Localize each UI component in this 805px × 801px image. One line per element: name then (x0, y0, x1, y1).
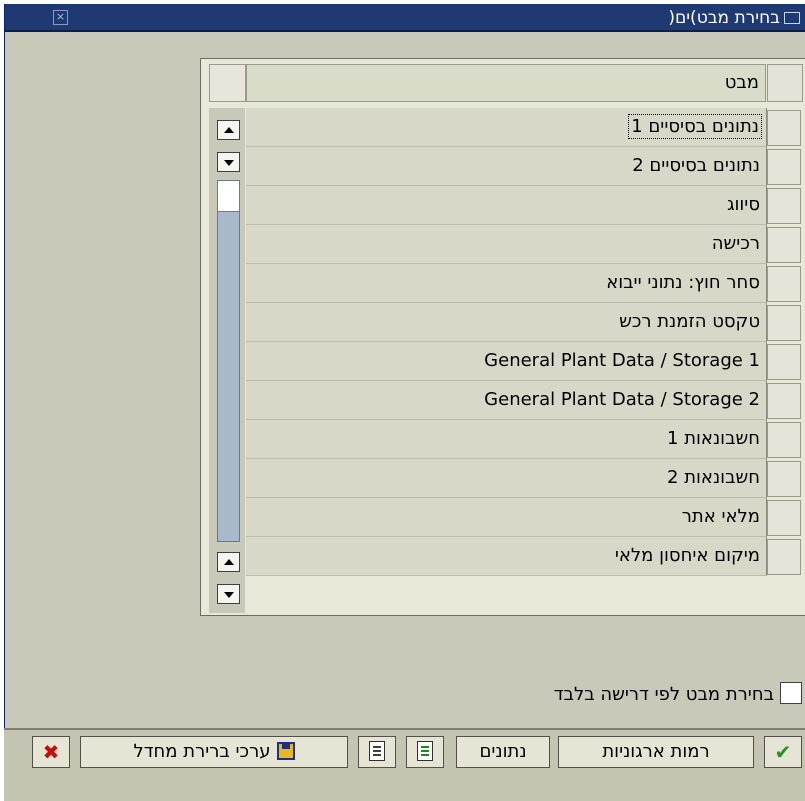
select-all-column-button[interactable] (767, 64, 803, 102)
scroll-down-button[interactable] (217, 152, 240, 172)
select-all-icon (417, 741, 433, 761)
list-item-label[interactable]: סיווג (246, 186, 767, 225)
list-item[interactable]: טקסט הזמנת רכש (246, 303, 804, 342)
select-by-requirement-checkbox[interactable] (780, 682, 802, 704)
deselect-all-icon (369, 741, 385, 761)
row-select-button[interactable] (767, 149, 801, 185)
list-item-label[interactable]: חשבונאות 2 (246, 459, 767, 498)
list-item[interactable]: חשבונאות 2 (246, 459, 804, 498)
list-item[interactable]: סיווג (246, 186, 804, 225)
scrollbar-thumb[interactable] (217, 180, 240, 212)
list-item-label[interactable]: General Plant Data / Storage 1 (246, 342, 767, 381)
row-select-button[interactable] (767, 422, 801, 458)
list-item-label[interactable]: טקסט הזמנת רכש (246, 303, 767, 342)
save-icon (276, 742, 295, 760)
scrollbar-track[interactable] (217, 180, 240, 542)
list-item-label[interactable]: General Plant Data / Storage 2 (246, 381, 767, 420)
row-select-button[interactable] (767, 539, 801, 575)
list-item[interactable]: נתונים בסיסיים 1 (246, 108, 804, 147)
column-header-view[interactable]: מבט (246, 64, 766, 102)
arrow-down-icon (224, 592, 234, 598)
list-item-label[interactable]: חשבונאות 1 (246, 420, 767, 459)
scroll-up-button[interactable] (217, 120, 240, 140)
data-button[interactable]: נתונים (456, 736, 550, 768)
list-item-label[interactable]: מלאי אתר (246, 498, 767, 537)
list-item-label[interactable]: נתונים בסיסיים 2 (246, 147, 767, 186)
title-bar: × בחירת מבט)ים( (5, 4, 805, 32)
close-icon[interactable]: × (53, 10, 68, 25)
deselect-all-button[interactable] (358, 736, 396, 768)
list-item[interactable]: חשבונאות 1 (246, 420, 804, 459)
list-item[interactable]: רכישה (246, 225, 804, 264)
list-item[interactable]: נתונים בסיסיים 2 (246, 147, 804, 186)
list-item[interactable]: סחר חוץ: נתוני ייבוא (246, 264, 804, 303)
row-select-button[interactable] (767, 500, 801, 536)
x-icon: ✖ (42, 740, 60, 764)
list-item-label[interactable]: רכישה (246, 225, 767, 264)
row-select-button[interactable] (767, 266, 801, 302)
arrow-up-icon (224, 127, 234, 133)
row-select-button[interactable] (767, 227, 801, 263)
confirm-button[interactable]: ✔ (764, 736, 802, 768)
default-values-label: ערכי ברירת מחדל (133, 741, 271, 762)
list-item[interactable]: General Plant Data / Storage 2 (246, 381, 804, 420)
header-corner (209, 64, 246, 102)
row-select-button[interactable] (767, 110, 801, 146)
window-title: בחירת מבט)ים( (668, 8, 800, 28)
row-select-button[interactable] (767, 188, 801, 224)
check-icon: ✔ (774, 740, 792, 764)
cancel-button[interactable]: ✖ (32, 736, 70, 768)
select-all-button[interactable] (406, 736, 444, 768)
page-down-button[interactable] (217, 584, 240, 604)
list-item[interactable]: מיקום איחסון מלאי (246, 537, 804, 576)
row-select-button[interactable] (767, 344, 801, 380)
select-by-requirement-label: בחירת מבט לפי דרישה בלבד (553, 684, 774, 705)
row-select-button[interactable] (767, 461, 801, 497)
window-icon (784, 12, 800, 24)
arrow-down-icon (224, 160, 234, 166)
select-by-requirement-option[interactable]: בחירת מבט לפי דרישה בלבד (420, 682, 804, 712)
org-levels-button[interactable]: רמות ארגוניות (558, 736, 754, 768)
page-up-button[interactable] (217, 552, 240, 572)
arrow-up-icon (224, 559, 234, 565)
list-item-label[interactable]: סחר חוץ: נתוני ייבוא (246, 264, 767, 303)
default-values-button[interactable]: ערכי ברירת מחדל (80, 736, 348, 768)
window-title-text: בחירת מבט)ים( (668, 8, 780, 28)
list-item-label[interactable]: נתונים בסיסיים 1 (246, 108, 767, 147)
list-item[interactable]: מלאי אתר (246, 498, 804, 537)
list-item-label[interactable]: מיקום איחסון מלאי (246, 537, 767, 576)
row-select-button[interactable] (767, 305, 801, 341)
view-list: נתונים בסיסיים 1 נתונים בסיסיים 2 סיווג … (246, 108, 804, 576)
row-select-button[interactable] (767, 383, 801, 419)
list-item[interactable]: General Plant Data / Storage 1 (246, 342, 804, 381)
